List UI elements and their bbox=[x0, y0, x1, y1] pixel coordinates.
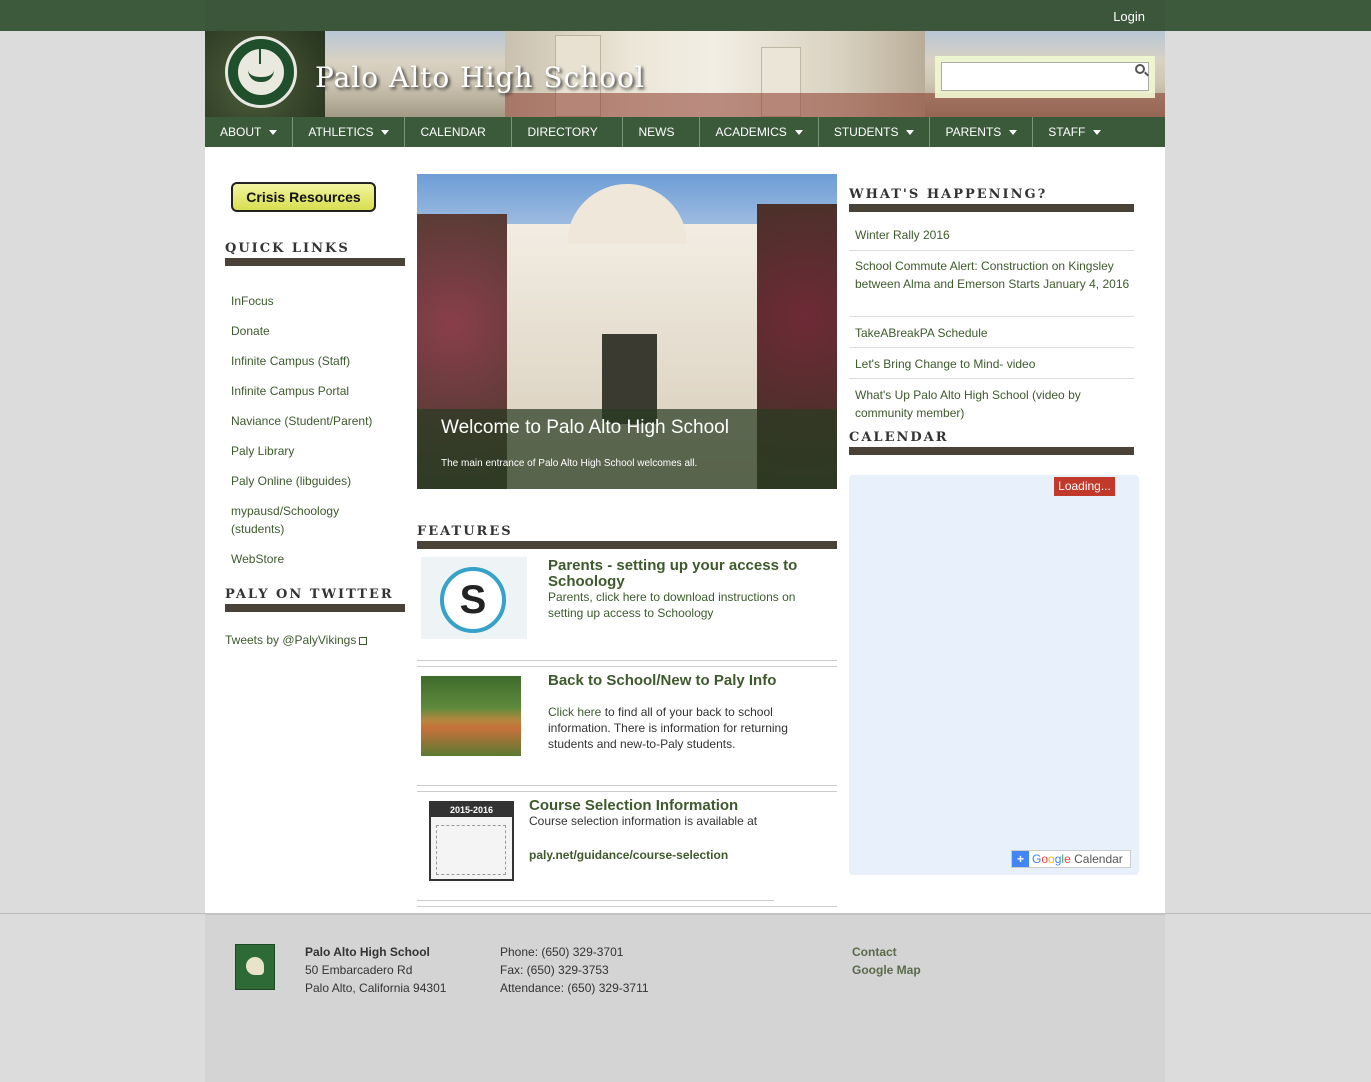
school-logo[interactable] bbox=[225, 36, 297, 108]
news-item[interactable]: What's Up Palo Alto High School (video b… bbox=[849, 386, 1094, 428]
nav-news[interactable]: NEWS bbox=[623, 117, 701, 147]
login-link[interactable]: Login bbox=[1113, 9, 1145, 24]
news-item[interactable]: Let's Bring Change to Mind- video bbox=[849, 355, 1134, 379]
slideshow[interactable]: Welcome to Palo Alto High School The mai… bbox=[417, 174, 837, 489]
news-item[interactable]: TakeABreakPA Schedule bbox=[849, 324, 1134, 348]
course-guide-thumbnail[interactable]: 2015-2016 bbox=[429, 801, 514, 881]
feature-link[interactable]: Click here bbox=[548, 705, 601, 719]
quick-link[interactable]: WebStore bbox=[231, 550, 381, 568]
top-bar: Login bbox=[0, 0, 1371, 31]
top-bar-inner: Login bbox=[205, 0, 1165, 31]
calendar-bar bbox=[849, 447, 1134, 455]
plus-icon: + bbox=[1012, 851, 1029, 867]
crisis-resources-button[interactable]: Crisis Resources bbox=[231, 182, 376, 212]
footer-school-name: Palo Alto High School bbox=[305, 945, 430, 959]
slide-caption-text: The main entrance of Palo Alto High Scho… bbox=[441, 458, 698, 469]
features-heading: FEATURES bbox=[417, 524, 513, 539]
whats-happening-bar bbox=[849, 204, 1134, 212]
shamrock-logo-icon bbox=[235, 944, 275, 990]
quick-link[interactable]: mypausd/Schoology (students) bbox=[231, 502, 351, 538]
nav-directory[interactable]: DIRECTORY bbox=[512, 117, 624, 147]
nav-academics[interactable]: ACADEMICS bbox=[700, 117, 819, 147]
twitter-heading: PALY ON TWITTER bbox=[225, 587, 394, 602]
quick-link[interactable]: Naviance (Student/Parent) bbox=[231, 412, 381, 430]
site-footer: Palo Alto High School 50 Embarcadero Rd … bbox=[205, 913, 1165, 1082]
course-guide-cover bbox=[436, 825, 506, 875]
dropdown-arrow-icon bbox=[906, 130, 915, 136]
quick-link[interactable]: Paly Library bbox=[231, 442, 381, 460]
calendar-loading: Loading... bbox=[1054, 477, 1115, 496]
nav-about[interactable]: ABOUT bbox=[205, 117, 294, 147]
schoology-logo-icon: S bbox=[440, 567, 506, 633]
footer-address-1: 50 Embarcadero Rd bbox=[305, 963, 413, 977]
quick-link[interactable]: InFocus bbox=[231, 292, 381, 310]
search-input[interactable] bbox=[941, 62, 1149, 91]
feature-divider bbox=[417, 785, 837, 786]
dropdown-arrow-icon bbox=[381, 130, 390, 136]
feature-title[interactable]: Course Selection Information bbox=[529, 798, 809, 814]
nav-staff[interactable]: STAFF bbox=[1033, 117, 1116, 147]
feature-divider bbox=[417, 666, 837, 667]
feature-text[interactable]: Parents, click here to download instruct… bbox=[548, 589, 818, 621]
site-title[interactable]: Palo Alto High School bbox=[315, 61, 645, 94]
nav-parents[interactable]: PARENTS bbox=[930, 117, 1034, 147]
slide-arch bbox=[567, 184, 687, 244]
schoology-thumbnail[interactable]: S bbox=[421, 557, 527, 639]
footer-phone: Phone: (650) 329-3701 bbox=[500, 945, 624, 959]
twitter-link[interactable]: Tweets by @PalyVikings bbox=[225, 633, 368, 647]
dropdown-arrow-icon bbox=[269, 130, 278, 136]
viking-ship-icon bbox=[236, 46, 286, 97]
feature-title[interactable]: Back to School/New to Paly Info bbox=[548, 673, 828, 689]
footer-contact-link[interactable]: Contact bbox=[852, 943, 897, 961]
main-nav: ABOUT ATHLETICS CALENDAR DIRECTORY NEWS … bbox=[205, 117, 1165, 147]
feature-divider bbox=[417, 900, 774, 901]
calendar-embed[interactable]: Loading... + Google Calendar bbox=[849, 475, 1139, 875]
footer-address-2: Palo Alto, California 94301 bbox=[305, 981, 447, 995]
quick-link[interactable]: Donate bbox=[231, 322, 381, 340]
site-header: Palo Alto High School bbox=[205, 31, 1165, 117]
slide-title: Welcome to Palo Alto High School bbox=[441, 417, 729, 438]
news-item[interactable]: School Commute Alert: Construction on Ki… bbox=[849, 257, 1134, 317]
dropdown-arrow-icon bbox=[1093, 130, 1102, 136]
quick-link[interactable]: Paly Online (libguides) bbox=[231, 472, 381, 490]
news-item[interactable]: Winter Rally 2016 bbox=[849, 226, 1134, 251]
course-guide-year: 2015-2016 bbox=[431, 803, 512, 817]
quick-link[interactable]: Infinite Campus Portal bbox=[231, 382, 381, 400]
nav-calendar[interactable]: CALENDAR bbox=[405, 117, 513, 147]
external-link-icon bbox=[359, 637, 368, 645]
google-calendar-button[interactable]: + Google Calendar bbox=[1011, 850, 1131, 868]
main-content: Crisis Resources QUICK LINKS InFocus Don… bbox=[205, 147, 1165, 913]
nav-students[interactable]: STUDENTS bbox=[819, 117, 931, 147]
feature-text: Click here to find all of your back to s… bbox=[548, 705, 788, 751]
calendar-heading: CALENDAR bbox=[849, 430, 949, 445]
dropdown-arrow-icon bbox=[794, 130, 803, 136]
feature-link[interactable]: paly.net/guidance/course-selection bbox=[529, 847, 809, 863]
slide-caption: Welcome to Palo Alto High School The mai… bbox=[417, 409, 837, 489]
footer-map-link[interactable]: Google Map bbox=[852, 961, 921, 979]
feature-divider bbox=[417, 906, 837, 907]
twitter-bar bbox=[225, 604, 405, 612]
footer-attendance: Attendance: (650) 329-3711 bbox=[500, 981, 649, 995]
features-bar bbox=[417, 541, 837, 549]
feature-divider bbox=[417, 660, 837, 661]
quick-links-heading: QUICK LINKS bbox=[225, 241, 350, 256]
whats-happening-heading: WHAT'S HAPPENING? bbox=[849, 187, 1048, 202]
footer-fax: Fax: (650) 329-3753 bbox=[500, 963, 609, 977]
quick-links-bar bbox=[225, 258, 405, 266]
feature-title[interactable]: Parents - setting up your access to Scho… bbox=[548, 558, 828, 590]
quick-link[interactable]: Infinite Campus (Staff) bbox=[231, 352, 381, 370]
feature-divider bbox=[417, 791, 837, 792]
search-icon[interactable] bbox=[1135, 64, 1145, 74]
feature-text: Course selection information is availabl… bbox=[529, 814, 758, 828]
nav-athletics[interactable]: ATHLETICS bbox=[293, 117, 406, 147]
dropdown-arrow-icon bbox=[1009, 130, 1018, 136]
campus-thumbnail[interactable] bbox=[421, 676, 521, 756]
search-box bbox=[935, 56, 1155, 98]
